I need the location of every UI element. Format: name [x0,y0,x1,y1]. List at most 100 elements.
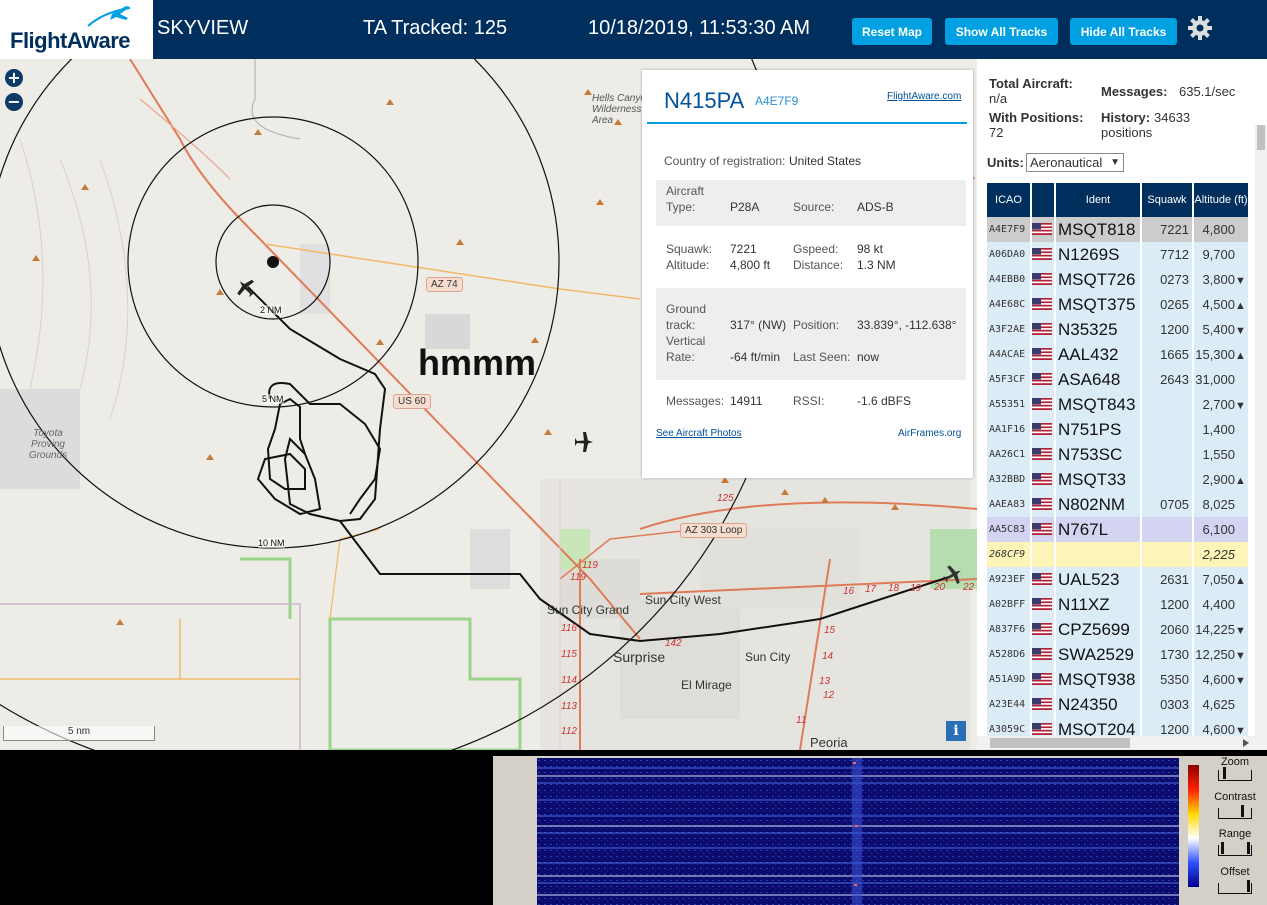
zoom-in-button[interactable]: + [5,69,23,87]
us-flag-icon [1032,598,1052,611]
table-row[interactable]: A528D6 SWA2529 1730 12,250▼ [987,642,1250,667]
us-flag-icon [1032,448,1052,461]
offset-slider[interactable] [1218,880,1252,894]
table-row[interactable]: A923EF UAL523 2631 7,050▲ [987,567,1250,592]
col-header-ident[interactable]: Ident [1055,183,1142,217]
row-ident: MSQT843 [1055,392,1142,417]
row-flag [1031,217,1056,242]
row-ident [1055,542,1142,567]
table-row[interactable]: A06DA0 N1269S 7712 9,700 [987,242,1250,267]
altitude-trend-icon: ▲ [1235,350,1246,362]
table-row[interactable]: AA5C83 N767L 6,100 [987,517,1250,542]
col-header-flag[interactable] [1031,183,1056,217]
flightaware-link[interactable]: FlightAware.com [887,91,961,102]
last-seen-label: Last Seen: [793,350,851,364]
table-row[interactable]: A51A9D MSQT938 5350 4,600▼ [987,667,1250,692]
col-header-altitude[interactable]: Altitude (ft) [1193,183,1250,217]
zoom-slider[interactable] [1218,767,1252,781]
chevron-down-icon: ▼ [1110,157,1120,168]
row-altitude-value: 2,700 [1202,397,1235,412]
row-ident: MSQT818 [1055,217,1142,242]
ground-track-label: Ground track: [666,302,707,332]
row-squawk: 1200 [1141,592,1194,617]
flightaware-logo[interactable]: FlightAware [0,0,153,59]
table-row[interactable]: AA26C1 N753SC 1,550 [987,442,1250,467]
hide-all-tracks-button[interactable]: Hide All Tracks [1070,18,1177,45]
table-row[interactable]: A23E44 N24350 0303 4,625 [987,692,1250,717]
row-icao: AA1F16 [987,417,1032,442]
row-squawk [1141,392,1194,417]
altitude-trend-icon: ▼ [1235,275,1246,287]
plane-logo-icon [87,6,131,27]
with-positions-value: 72 [989,125,1004,140]
table-row[interactable]: AAEA83 N802NM 0705 8,025 [987,492,1250,517]
row-altitude: 4,500▲ [1193,292,1250,317]
table-row[interactable]: 268CF9 2,225 [987,542,1250,567]
row-squawk: 1665 [1141,342,1194,367]
colorbar [1188,765,1199,887]
col-header-icao[interactable]: ICAO [987,183,1032,217]
us-flag-icon [1032,473,1052,486]
popup-hex: A4E7F9 [755,94,799,108]
table-row[interactable]: A4E7F9 MSQT818 7221 4,800 [987,217,1250,242]
gear-icon[interactable] [1187,15,1213,41]
us-flag-icon [1032,348,1052,361]
row-icao: AA5C83 [987,517,1032,542]
vertical-rate-value: -64 ft/min [730,350,781,364]
exit-number: 113 [561,701,577,712]
row-squawk [1141,467,1194,492]
altitude-trend-icon: ▼ [1235,325,1246,337]
offset-label: Offset [1220,866,1250,878]
altitude-trend-icon: ▼ [1235,625,1246,637]
exit-number: 20 [934,582,946,593]
row-altitude-value: 31,000 [1195,372,1235,387]
units-select[interactable]: Aeronautical ▼ [1026,153,1124,172]
us-flag-icon [1032,248,1052,261]
us-flag-icon [1032,273,1052,286]
row-flag [1031,442,1056,467]
zoom-out-button[interactable]: − [5,93,23,111]
table-row[interactable]: A55351 MSQT843 2,700▼ [987,392,1250,417]
row-icao: AA26C1 [987,442,1032,467]
row-icao: 268CF9 [987,542,1032,567]
row-altitude: 12,250▼ [1193,642,1250,667]
airframes-link[interactable]: AirFrames.org [898,428,961,439]
col-header-squawk[interactable]: Squawk [1141,183,1194,217]
table-vertical-scrollbar[interactable] [1255,125,1267,750]
table-row[interactable]: A4E68C MSQT375 0265 4,500▲ [987,292,1250,317]
contrast-slider[interactable] [1218,805,1252,819]
table-row[interactable]: A4ACAE AAL432 1665 15,300▲ [987,342,1250,367]
row-altitude: 3,800▼ [1193,267,1250,292]
range-slider[interactable] [1218,842,1252,856]
row-altitude: 1,550 [1193,442,1250,467]
exit-number: 125 [717,493,734,504]
row-flag [1031,642,1056,667]
zoom-label: Zoom [1220,756,1250,768]
row-squawk: 7221 [1141,217,1194,242]
table-row[interactable]: A4EBB0 MSQT726 0273 3,800▼ [987,267,1250,292]
tracked-count: TA Tracked: 125 [363,17,508,39]
table-row[interactable]: A837F6 CPZ5699 2060 14,225▼ [987,617,1250,642]
table-row[interactable]: A3F2AE N35325 1200 5,400▼ [987,317,1250,342]
row-altitude: 15,300▲ [1193,342,1250,367]
reset-map-button[interactable]: Reset Map [852,18,932,45]
messages-value: 14911 [730,394,763,408]
exit-number: 119 [570,572,586,583]
row-altitude-value: 2,225 [1202,547,1235,562]
row-icao: A23E44 [987,692,1032,717]
last-seen-value: now [857,350,880,364]
table-row[interactable]: AA1F16 N751PS 1,400 [987,417,1250,442]
table-row[interactable]: A32BBD MSQT33 2,900▲ [987,467,1250,492]
altitude-trend-icon: ▲ [1235,475,1246,487]
waterfall-display[interactable] [537,758,1179,905]
road-label-us60: US 60 [393,394,431,409]
exit-number: 11 [796,715,807,726]
table-row[interactable]: A02BFF N11XZ 1200 4,400 [987,592,1250,617]
altitude-trend-icon: ▼ [1235,400,1246,412]
horizontal-scrollbar[interactable] [0,736,1267,750]
aircraft-photos-link[interactable]: See Aircraft Photos [656,428,742,439]
table-row[interactable]: A5F3CF ASA648 2643 31,000 [987,367,1250,392]
row-altitude-value: 3,800 [1202,272,1235,287]
scrollbar-thumb[interactable] [1257,125,1265,150]
show-all-tracks-button[interactable]: Show All Tracks [945,18,1058,45]
